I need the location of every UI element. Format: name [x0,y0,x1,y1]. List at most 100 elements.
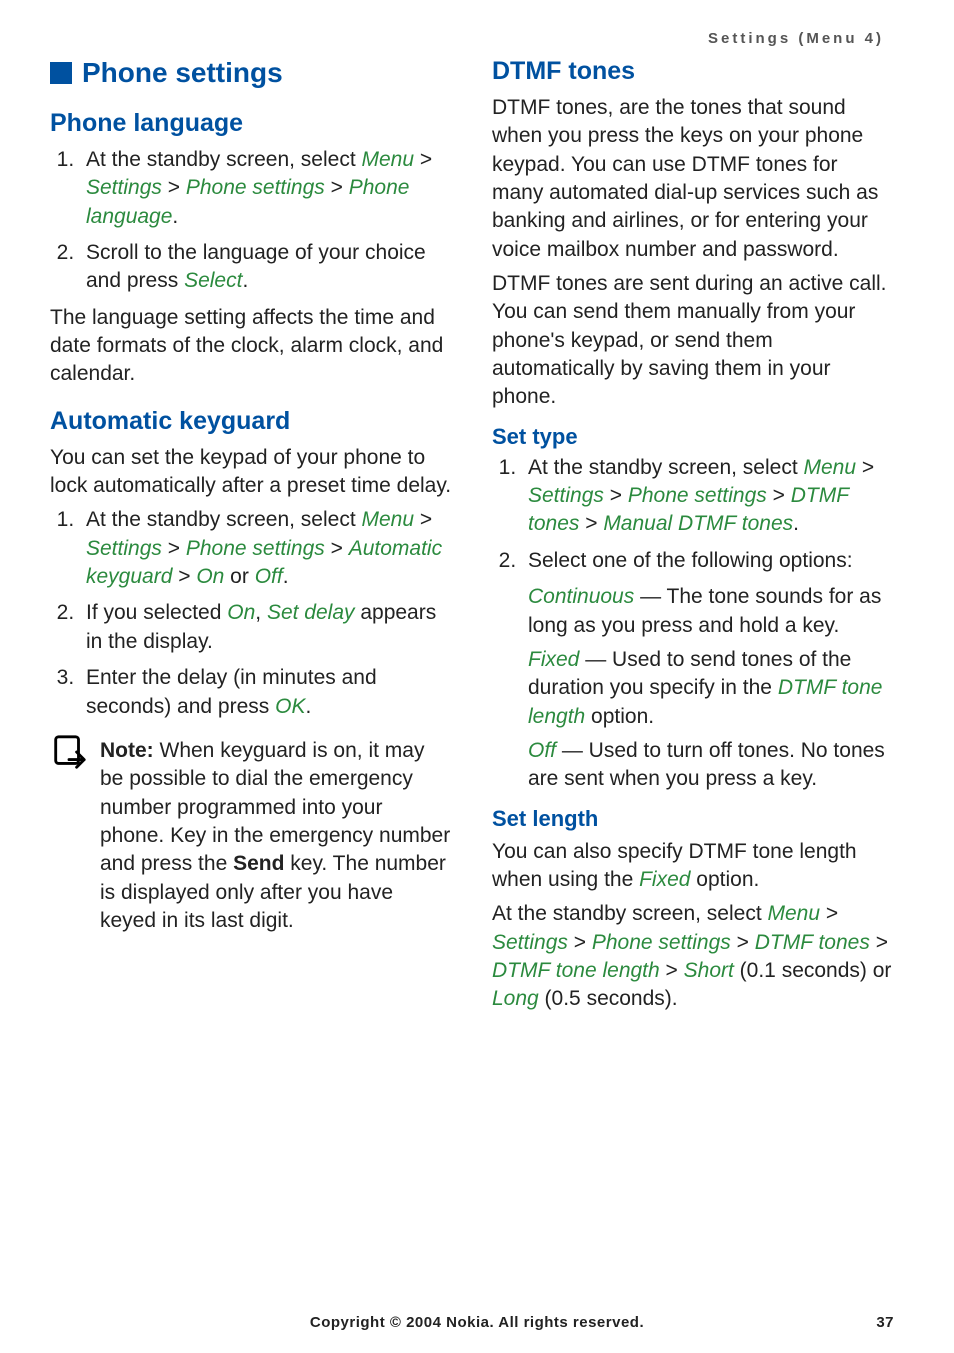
menu-path: Select [184,269,242,292]
text: > [172,565,196,588]
menu-path: Settings [492,931,568,954]
text: > [162,537,186,560]
square-bullet-icon [50,62,72,84]
menu-path: Settings [528,484,604,507]
note-text: Note: When keyguard is on, it may be pos… [100,731,452,941]
option-name: Continuous [528,585,634,608]
note-block: Note: When keyguard is on, it may be pos… [50,731,452,941]
menu-path: Phone settings [186,537,325,560]
menu-path: Phone settings [628,484,767,507]
options-block: Continuous — The tone sounds for as long… [492,583,894,793]
copyright-text: Copyright © 2004 Nokia. All rights reser… [310,1314,644,1331]
paragraph: Off — Used to turn off tones. No tones a… [528,737,894,794]
menu-path: Fixed [639,868,690,891]
right-column: DTMF tones DTMF tones, are the tones tha… [492,57,894,1020]
text: > [325,537,349,560]
menu-path: Phone settings [592,931,731,954]
list-item: Select one of the following options: [522,547,894,575]
paragraph: You can set the keypad of your phone to … [50,444,452,501]
menu-path: Long [492,987,539,1010]
list-item: At the standby screen, select Menu > Set… [80,146,452,231]
page-number: 37 [876,1314,894,1331]
menu-path: On [196,565,224,588]
note-label: Note: [100,739,154,762]
menu-path: Manual DTMF tones [603,512,793,535]
text: . [242,269,248,292]
subsection-automatic-keyguard: Automatic keyguard [50,407,452,436]
menu-path: Off [255,565,283,588]
list-item: Scroll to the language of your choice an… [80,239,452,296]
text: (0.5 seconds). [539,987,678,1010]
menu-path: On [227,601,255,624]
paragraph: Fixed — Used to send tones of the durati… [528,646,894,731]
set-type-steps: At the standby screen, select Menu > Set… [492,454,894,575]
list-item: At the standby screen, select Menu > Set… [80,506,452,591]
text: — Used to turn off tones. No tones are s… [528,739,885,790]
paragraph: DTMF tones are sent during an active cal… [492,270,894,412]
sub-subsection-set-length: Set length [492,806,894,832]
subsection-dtmf-tones: DTMF tones [492,57,894,86]
menu-path: DTMF tone length [492,959,660,982]
text: Send [233,852,284,875]
text: If you selected [86,601,227,624]
content-columns: Phone settings Phone language At the sta… [50,57,894,1020]
text: > [414,148,432,171]
text: option. [585,705,654,728]
section-title: Phone settings [82,57,283,89]
text: > [414,508,432,531]
text: > [604,484,628,507]
text: > [568,931,592,954]
subsection-phone-language: Phone language [50,109,452,138]
section-title-row: Phone settings [50,57,452,89]
text: or [224,565,254,588]
menu-path: Settings [86,537,162,560]
text: . [305,695,311,718]
text: At the standby screen, select [492,902,767,925]
paragraph: The language setting affects the time an… [50,304,452,389]
paragraph: DTMF tones, are the tones that sound whe… [492,94,894,264]
paragraph: At the standby screen, select Menu > Set… [492,900,894,1013]
text: At the standby screen, select [528,456,803,479]
text: > [162,176,186,199]
menu-path: OK [275,695,305,718]
text: At the standby screen, select [86,148,361,171]
phone-language-steps: At the standby screen, select Menu > Set… [50,146,452,296]
page-header: Settings (Menu 4) [50,30,894,57]
menu-path: Set delay [267,601,355,624]
text: At the standby screen, select [86,508,361,531]
page-footer: Copyright © 2004 Nokia. All rights reser… [0,1314,954,1331]
text: . [283,565,289,588]
menu-path: Short [684,959,734,982]
list-item: Enter the delay (in minutes and seconds)… [80,664,452,721]
list-item: At the standby screen, select Menu > Set… [522,454,894,539]
menu-path: Settings [86,176,162,199]
list-item: If you selected On, Set delay appears in… [80,599,452,656]
menu-path: Phone settings [186,176,325,199]
keyguard-steps: At the standby screen, select Menu > Set… [50,506,452,720]
paragraph: Note: When keyguard is on, it may be pos… [100,737,452,935]
option-name: Off [528,739,556,762]
text: (0.1 seconds) or [734,959,892,982]
menu-path: Menu [361,148,414,171]
text: > [820,902,838,925]
menu-path: Menu [803,456,856,479]
text: > [856,456,874,479]
paragraph: Continuous — The tone sounds for as long… [528,583,894,640]
text: > [731,931,755,954]
note-icon [50,731,88,941]
menu-path: DTMF tones [755,931,870,954]
text: . [793,512,799,535]
text: > [325,176,349,199]
menu-path: Menu [361,508,414,531]
menu-path: Menu [767,902,820,925]
paragraph: You can also specify DTMF tone length wh… [492,838,894,895]
option-name: Fixed [528,648,579,671]
text: > [767,484,791,507]
text: Scroll to the language of your choice an… [86,241,426,292]
sub-subsection-set-type: Set type [492,424,894,450]
text: > [870,931,888,954]
text: > [579,512,603,535]
text: Enter the delay (in minutes and seconds)… [86,666,377,717]
left-column: Phone settings Phone language At the sta… [50,57,452,1020]
text: , [255,601,267,624]
